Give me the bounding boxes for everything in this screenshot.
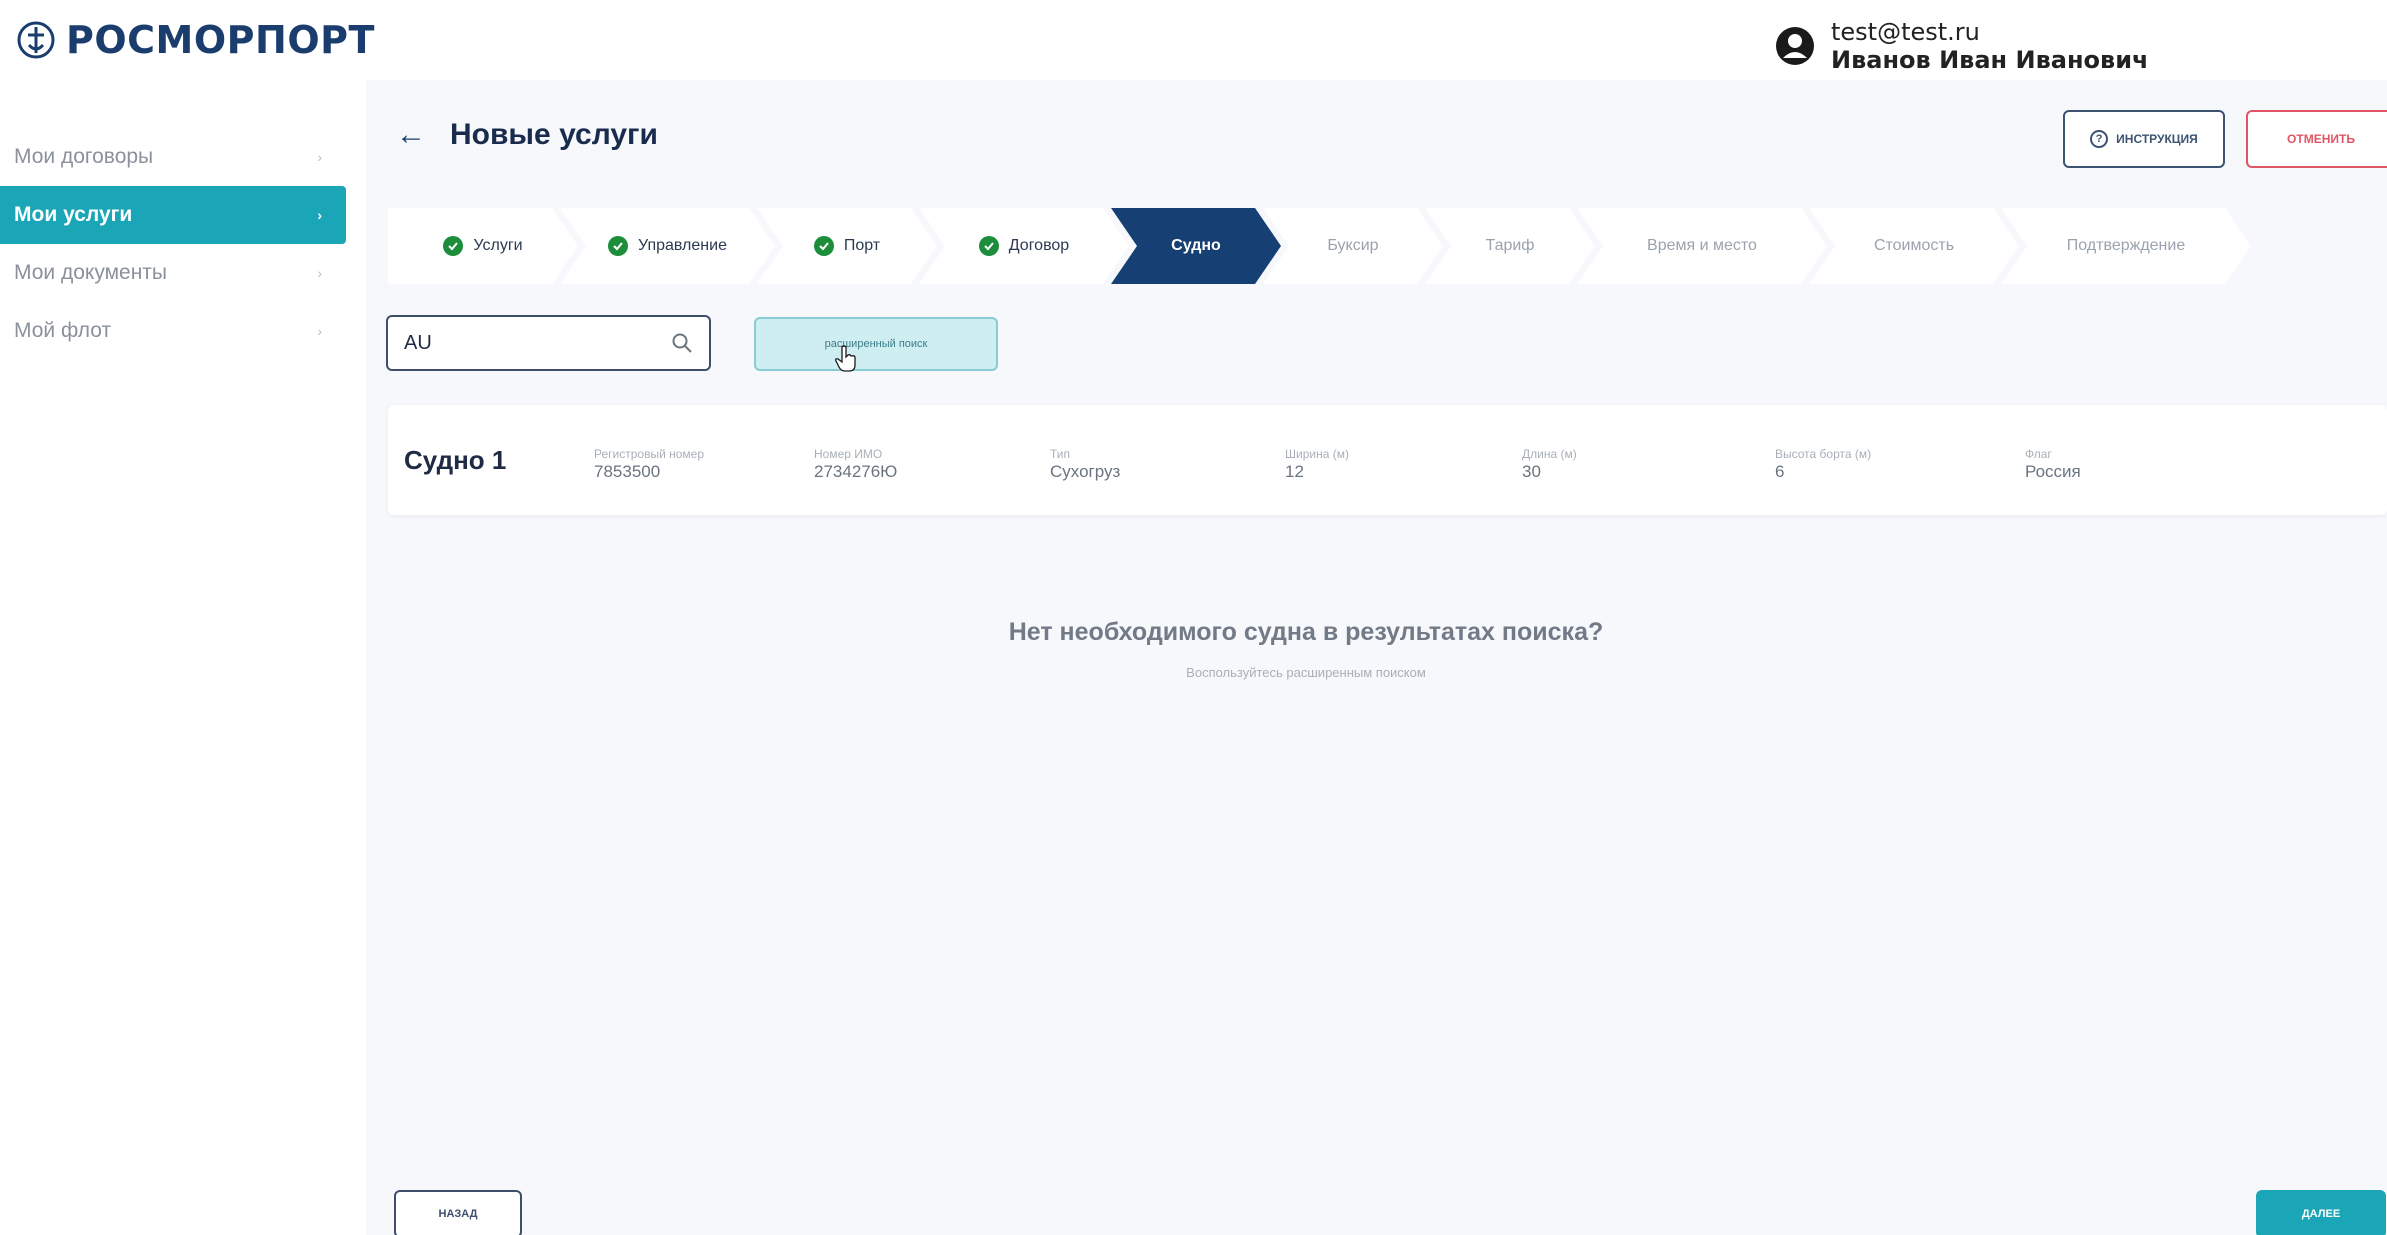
search-icon[interactable] [671,332,693,354]
sidebar-item-fleet[interactable]: Мой флот › [0,302,346,360]
step-tug[interactable]: Буксир [1263,208,1443,284]
question-icon: ? [2090,130,2109,148]
step-label: Договор [1008,237,1070,254]
vessel-search-input[interactable] [404,331,671,355]
field-value: 2734276Ю [814,462,898,481]
step-label: Управление [638,237,727,254]
field-label: Тип [1050,447,1071,461]
user-info: test@test.ru Иванов Иван Иванович [1831,18,2149,74]
step-label: Тариф [1485,237,1535,254]
instruction-button-label: инструкция [2116,132,2198,146]
vessel-card[interactable]: Судно 1 Регистровый номер 7853500 Номер … [388,405,2387,515]
step-label: Подтверждение [2066,237,2186,254]
vessel-search-box [386,315,711,371]
field-label: Регистровый номер [594,447,705,461]
logo[interactable]: РОСМОРПОРТ [16,18,375,62]
chevron-right-icon: › [317,149,322,165]
back-arrow-icon[interactable]: ← [396,118,426,152]
field-label: Длина (м) [1522,447,1577,461]
page-header: ← Новые услуги [396,118,658,152]
sidebar-item-label: Мои договоры [14,145,154,168]
step-label: Судно [1171,237,1221,254]
stepper: Услуги Управление Порт Договор Судно Бук… [388,208,2387,284]
check-icon [443,236,463,256]
vessel-name: Судно 1 [404,445,507,475]
field-type: Тип Сухогруз [1050,447,1120,483]
chevron-right-icon: › [317,207,322,223]
field-board-height: Высота борта (м) 6 [1775,447,1871,483]
field-value: 30 [1522,462,1541,481]
user-icon [1776,27,1814,65]
cancel-button[interactable]: отменить [2246,110,2387,168]
chevron-right-icon: › [317,265,322,281]
sidebar-item-label: Мои документы [14,261,168,284]
step-label: Стоимость [1873,237,1955,254]
step-contract[interactable]: Договор [919,208,1129,284]
field-label: Номер ИМО [814,447,883,461]
sidebar-item-label: Мои услуги [14,203,133,226]
empty-state-subtitle: Воспользуйтесь расширенным поиском [1186,665,1426,680]
step-services[interactable]: Услуги [388,208,578,284]
step-cost[interactable]: Стоимость [1809,208,2019,284]
field-imo-number: Номер ИМО 2734276Ю [814,447,897,483]
field-label: Высота борта (м) [1775,447,1872,461]
logo-text: РОСМОРПОРТ [66,18,375,62]
check-icon [814,236,834,256]
sidebar-item-services[interactable]: Мои услуги › [0,186,346,244]
user-name: Иванов Иван Иванович [1831,46,2149,74]
field-flag: Флаг Россия [2025,447,2081,483]
main-content: ← Новые услуги ? инструкция отменить Усл… [366,80,2387,1235]
back-button-label: назад [438,1208,478,1220]
field-width: Ширина (м) 12 [1285,447,1349,483]
advanced-search-button[interactable]: расширенный поиск [754,317,998,371]
step-time-place[interactable]: Время и место [1577,208,1827,284]
field-value: 6 [1775,462,1785,481]
instruction-button[interactable]: ? инструкция [2063,110,2225,168]
field-value: 12 [1285,462,1304,481]
step-vessel[interactable]: Судно [1111,208,1281,284]
check-icon [979,236,999,256]
step-label: Время и место [1647,237,1757,254]
back-button[interactable]: назад [394,1190,522,1235]
step-confirmation[interactable]: Подтверждение [2001,208,2251,284]
check-icon [608,236,628,256]
user-profile[interactable]: test@test.ru Иванов Иван Иванович [1775,18,2149,74]
step-tariff[interactable]: Тариф [1425,208,1595,284]
field-label: Флаг [2025,447,2052,461]
page-title: Новые услуги [450,118,658,151]
field-value: Сухогруз [1050,462,1121,481]
next-button[interactable]: далее [2256,1190,2386,1235]
sidebar-item-label: Мой флот [14,319,112,342]
step-label: Порт [843,237,881,254]
step-management[interactable]: Управление [560,208,775,284]
field-registry-number: Регистровый номер 7853500 [594,447,704,483]
hand-cursor-icon [835,345,856,372]
empty-state-title: Нет необходимого судна в результатах пои… [1008,618,1604,646]
step-label: Услуги [473,237,523,254]
sidebar-item-documents[interactable]: Мои документы › [0,244,346,302]
field-value: 7853500 [594,462,661,481]
sidebar-item-contracts[interactable]: Мои договоры › [0,128,346,186]
step-label: Буксир [1327,237,1379,254]
cancel-button-label: отменить [2287,132,2355,146]
next-button-label: далее [2301,1208,2341,1220]
step-port[interactable]: Порт [757,208,937,284]
field-label: Ширина (м) [1285,447,1349,461]
chevron-right-icon: › [317,323,322,339]
emblem-icon [17,21,55,59]
field-length: Длина (м) 30 [1522,447,1577,483]
field-value: Россия [2025,462,2081,481]
sidebar: Мои договоры › Мои услуги › Мои документ… [0,128,346,360]
user-email: test@test.ru [1831,18,1980,46]
